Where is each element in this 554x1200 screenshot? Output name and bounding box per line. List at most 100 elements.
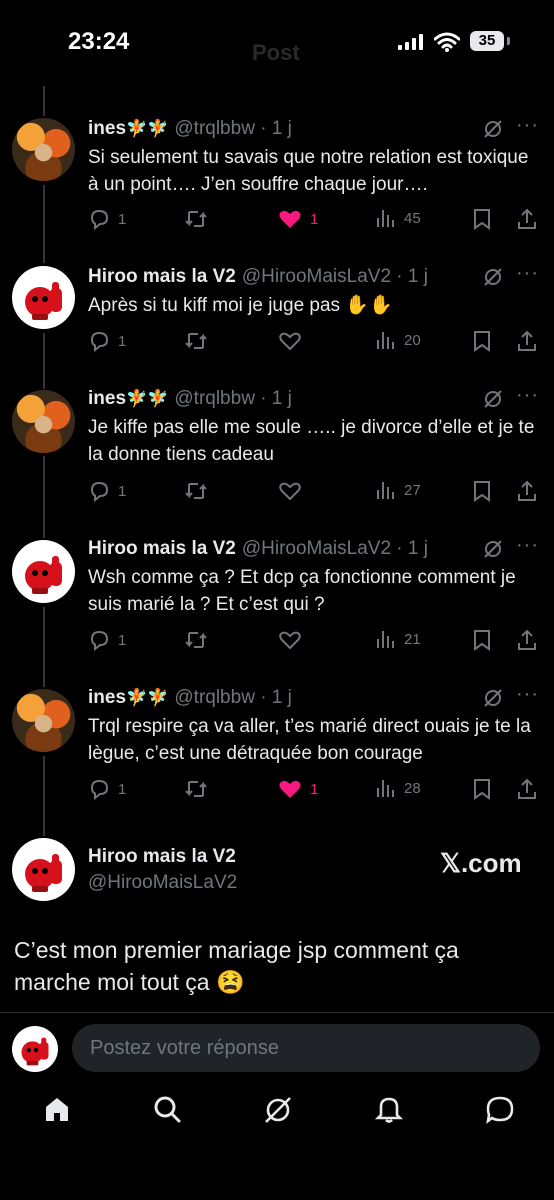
thread-line xyxy=(43,185,45,263)
handle[interactable]: @HirooMaisLaV2 · 1 j xyxy=(242,266,428,287)
avatar[interactable] xyxy=(12,266,75,329)
display-name[interactable]: ines xyxy=(88,687,126,708)
more-options-icon[interactable]: ··· xyxy=(516,534,539,557)
name-emoji: 🧚🧚 xyxy=(126,119,169,138)
more-options-icon[interactable]: ··· xyxy=(516,114,539,137)
tweet-actions: 1 21 xyxy=(88,629,538,653)
display-name[interactable]: ines xyxy=(88,388,126,409)
repost-button[interactable] xyxy=(184,778,216,800)
reply-bar: Postez votre réponse xyxy=(0,1024,554,1074)
avatar[interactable] xyxy=(12,689,75,752)
like-button[interactable] xyxy=(278,330,310,352)
display-name[interactable]: ines xyxy=(88,118,126,139)
like-count: 1 xyxy=(310,780,319,798)
reply-input[interactable]: Postez votre réponse xyxy=(72,1024,540,1072)
repost-button[interactable] xyxy=(184,480,216,502)
bookmark-icon[interactable] xyxy=(472,778,492,800)
grok-icon[interactable] xyxy=(262,1094,294,1126)
avatar-mascot-icon xyxy=(25,854,62,892)
avatar[interactable] xyxy=(12,1026,58,1072)
reply-count: 1 xyxy=(118,210,127,228)
views-button[interactable]: 28 xyxy=(376,778,421,798)
bookmark-icon[interactable] xyxy=(472,629,492,651)
reply-button[interactable]: 1 xyxy=(88,480,126,502)
tweet-text: Après si tu kiff moi je juge pas ✋✋ xyxy=(88,295,393,316)
handle[interactable]: @HirooMaisLaV2 xyxy=(88,872,237,894)
handle[interactable]: @HirooMaisLaV2 · 1 j xyxy=(242,538,428,559)
share-icon[interactable] xyxy=(516,778,538,800)
thread-line xyxy=(43,333,45,389)
tweet-actions: 1 20 xyxy=(88,330,538,354)
views-button[interactable]: 20 xyxy=(376,330,421,350)
more-options-icon[interactable]: ··· xyxy=(516,683,539,706)
like-button[interactable] xyxy=(278,480,310,502)
divider xyxy=(0,1012,554,1013)
more-options-icon[interactable]: ··· xyxy=(516,384,539,407)
more-options-icon[interactable]: ··· xyxy=(516,262,539,285)
reply-button[interactable]: 1 xyxy=(88,208,126,230)
reply-button[interactable]: 1 xyxy=(88,778,126,800)
repost-button[interactable] xyxy=(184,629,216,651)
like-button[interactable]: 1 xyxy=(278,778,318,800)
display-name[interactable]: Hiroo mais la V2 xyxy=(88,538,236,559)
like-button[interactable] xyxy=(278,629,310,651)
share-icon[interactable] xyxy=(516,208,538,230)
grok-icon[interactable] xyxy=(482,118,504,140)
views-icon xyxy=(377,780,394,797)
avatar-mascot-icon xyxy=(25,282,62,320)
bookmark-icon[interactable] xyxy=(472,330,492,352)
tweet-header: Hiroo mais la V2 @HirooMaisLaV2 · 1 j xyxy=(88,538,428,560)
grok-icon[interactable] xyxy=(482,687,504,709)
avatar-mascot-icon xyxy=(25,556,62,594)
tweet-header: Hiroo mais la V2 @HirooMaisLaV2 · 1 j xyxy=(88,266,428,288)
grok-icon[interactable] xyxy=(482,538,504,560)
home-icon[interactable] xyxy=(42,1094,72,1124)
tweet-header: ines🧚🧚 @trqlbbw · 1 j xyxy=(88,687,292,709)
view-count: 45 xyxy=(404,209,421,227)
reply-count: 1 xyxy=(118,631,127,649)
tweet-header: ines🧚🧚 @trqlbbw · 1 j xyxy=(88,388,292,410)
avatar[interactable] xyxy=(12,118,75,181)
grok-icon[interactable] xyxy=(482,266,504,288)
share-icon[interactable] xyxy=(516,629,538,651)
repost-button[interactable] xyxy=(184,330,216,352)
reply-count: 1 xyxy=(118,482,127,500)
reply-button[interactable]: 1 xyxy=(88,629,126,651)
tab-bar xyxy=(0,1094,554,1144)
status-bar: 23:24 Post 35 xyxy=(0,0,554,80)
x-brand-logo: 𝕏.com xyxy=(440,848,522,878)
handle[interactable]: @trqlbbw · 1 j xyxy=(174,118,292,139)
share-icon[interactable] xyxy=(516,330,538,352)
views-button[interactable]: 21 xyxy=(376,629,421,649)
wifi-icon xyxy=(434,32,460,52)
grok-icon[interactable] xyxy=(482,388,504,410)
bookmark-icon[interactable] xyxy=(472,208,492,230)
reply-icon xyxy=(90,779,109,800)
handle[interactable]: @trqlbbw · 1 j xyxy=(174,388,292,409)
messages-icon[interactable] xyxy=(484,1094,516,1126)
like-count: 1 xyxy=(310,210,319,228)
notifications-icon[interactable] xyxy=(374,1094,404,1124)
like-button[interactable]: 1 xyxy=(278,208,318,230)
tweet-text: Si seulement tu savais que notre relatio… xyxy=(88,147,529,195)
repost-button[interactable] xyxy=(184,208,216,230)
thread-line xyxy=(43,86,45,116)
avatar[interactable] xyxy=(12,838,75,901)
avatar[interactable] xyxy=(12,540,75,603)
reply-button[interactable]: 1 xyxy=(88,330,126,352)
handle[interactable]: @trqlbbw · 1 j xyxy=(174,687,292,708)
views-icon xyxy=(377,631,394,648)
display-name[interactable]: Hiroo mais la V2 xyxy=(88,846,236,868)
search-icon[interactable] xyxy=(152,1094,182,1124)
share-icon[interactable] xyxy=(516,480,538,502)
display-name[interactable]: Hiroo mais la V2 xyxy=(88,266,236,287)
thread-line xyxy=(43,456,45,538)
views-button[interactable]: 27 xyxy=(376,480,421,500)
tweet-text: Wsh comme ça ? Et dcp ça fonctionne comm… xyxy=(88,567,516,615)
views-button[interactable]: 45 xyxy=(376,208,421,228)
bookmark-icon[interactable] xyxy=(472,480,492,502)
avatar[interactable] xyxy=(12,390,75,453)
battery-tip xyxy=(507,37,510,45)
heart-filled-icon xyxy=(279,210,301,228)
reply-icon xyxy=(90,209,109,230)
